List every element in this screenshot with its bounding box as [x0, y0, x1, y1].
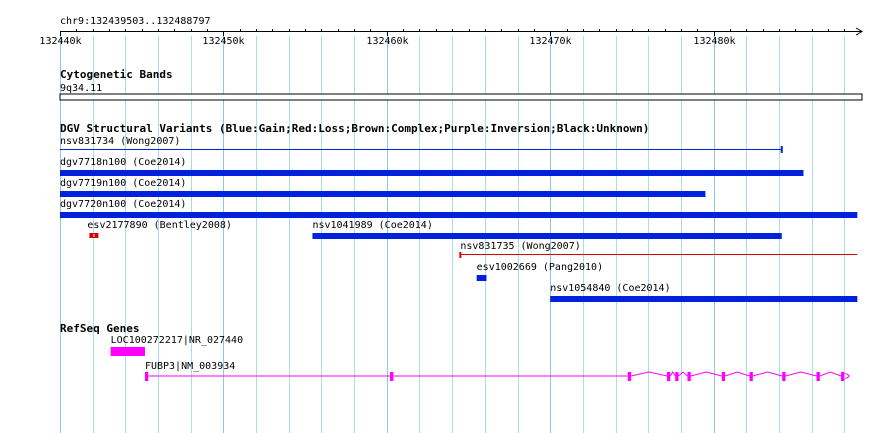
- gene-exon[interactable]: [667, 372, 671, 381]
- gene-exon[interactable]: [687, 372, 691, 381]
- gene-intron: [148, 371, 842, 377]
- gene-exon[interactable]: [675, 372, 679, 381]
- ruler-tick-label: 132450k: [202, 36, 244, 47]
- variant-label: dgv7718n100 (Coe2014): [60, 157, 186, 168]
- variant-label: dgv7719n100 (Coe2014): [60, 178, 186, 189]
- variant-feature[interactable]: nsv831734 (Wong2007): [60, 136, 783, 153]
- gene-label: LOC100272217|NR_027440: [111, 335, 243, 346]
- gene-exon[interactable]: [390, 372, 394, 381]
- variant-feature[interactable]: nsv1054840 (Coe2014): [550, 283, 858, 302]
- gene-exon[interactable]: [749, 372, 753, 381]
- dgv-track-title: DGV Structural Variants (Blue:Gain;Red:L…: [60, 122, 649, 135]
- variant-label: esv1002669 (Pang2010): [477, 262, 603, 273]
- strand-arrow-icon: [845, 372, 851, 380]
- variant-label: esv2177890 (Bentley2008): [87, 220, 232, 231]
- variant-bar[interactable]: [312, 233, 782, 239]
- variant-bar[interactable]: [60, 212, 858, 218]
- dgv-features[interactable]: nsv831734 (Wong2007) dgv7718n100 (Coe2014…: [60, 136, 858, 302]
- gene-exon[interactable]: [721, 372, 726, 381]
- gene-exon[interactable]: [110, 347, 145, 356]
- cytoband-track[interactable]: Cytogenetic Bands 9q34.11: [59, 68, 863, 101]
- gene-exon[interactable]: [816, 372, 820, 381]
- ruler-title: chr9:132439503..132488797: [60, 16, 211, 27]
- variant-label: nsv1041989 (Coe2014): [312, 220, 432, 231]
- variant-start-cap: [459, 252, 462, 258]
- gene-features[interactable]: LOC100272217|NR_027440 FUBP3|NM_003934: [110, 335, 851, 381]
- cytoband-label: 9q34.11: [60, 83, 102, 94]
- cytoband-track-title: Cytogenetic Bands: [60, 68, 173, 81]
- gene-exon[interactable]: [841, 372, 845, 381]
- variant-feature[interactable]: esv2177890 (Bentley2008): [87, 220, 232, 238]
- variant-label: dgv7720n100 (Coe2014): [60, 199, 186, 210]
- variant-end-cap: [780, 146, 783, 153]
- gene-label: FUBP3|NM_003934: [145, 361, 235, 372]
- variant-feature[interactable]: dgv7720n100 (Coe2014): [60, 199, 858, 218]
- gene-feature[interactable]: FUBP3|NM_003934: [144, 361, 851, 381]
- ruler-tick-label: 132460k: [366, 36, 408, 47]
- variant-bar[interactable]: [60, 170, 804, 176]
- variant-feature[interactable]: dgv7718n100 (Coe2014): [60, 157, 804, 176]
- gene-exon[interactable]: [144, 372, 149, 381]
- gene-exon[interactable]: [782, 372, 786, 381]
- variant-label: nsv1054840 (Coe2014): [550, 283, 670, 294]
- refseq-track-title: RefSeq Genes: [60, 322, 139, 335]
- variant-bar[interactable]: [550, 296, 858, 302]
- ruler-tick-label: 132470k: [529, 36, 571, 47]
- variant-feature[interactable]: nsv1041989 (Coe2014): [312, 220, 782, 239]
- variant-feature[interactable]: nsv831735 (Wong2007): [459, 241, 858, 258]
- variant-bar[interactable]: [476, 275, 487, 281]
- cytoband-bar[interactable]: [59, 93, 863, 101]
- ruler-tick-label: 132480k: [693, 36, 735, 47]
- gene-exon[interactable]: [627, 372, 632, 381]
- variant-bar[interactable]: [60, 191, 706, 197]
- ruler-track: chr9:132439503..132488797 132440k 132450k…: [39, 16, 863, 47]
- ruler-ticks: 132440k 132450k 132460k 132470k 132480k: [39, 27, 863, 47]
- variant-feature[interactable]: dgv7719n100 (Coe2014): [60, 178, 706, 197]
- variant-label: nsv831735 (Wong2007): [460, 241, 580, 252]
- variant-feature[interactable]: esv1002669 (Pang2010): [476, 262, 603, 281]
- ruler-tick-label: 132440k: [39, 36, 81, 47]
- genome-browser-canvas: chr9:132439503..132488797 132440k 132450k…: [39, 16, 863, 433]
- dgv-track[interactable]: DGV Structural Variants (Blue:Gain;Red:L…: [60, 122, 858, 302]
- variant-label: nsv831734 (Wong2007): [60, 136, 180, 147]
- refseq-track[interactable]: RefSeq Genes LOC100272217|NR_027440 FUBP3…: [60, 322, 851, 381]
